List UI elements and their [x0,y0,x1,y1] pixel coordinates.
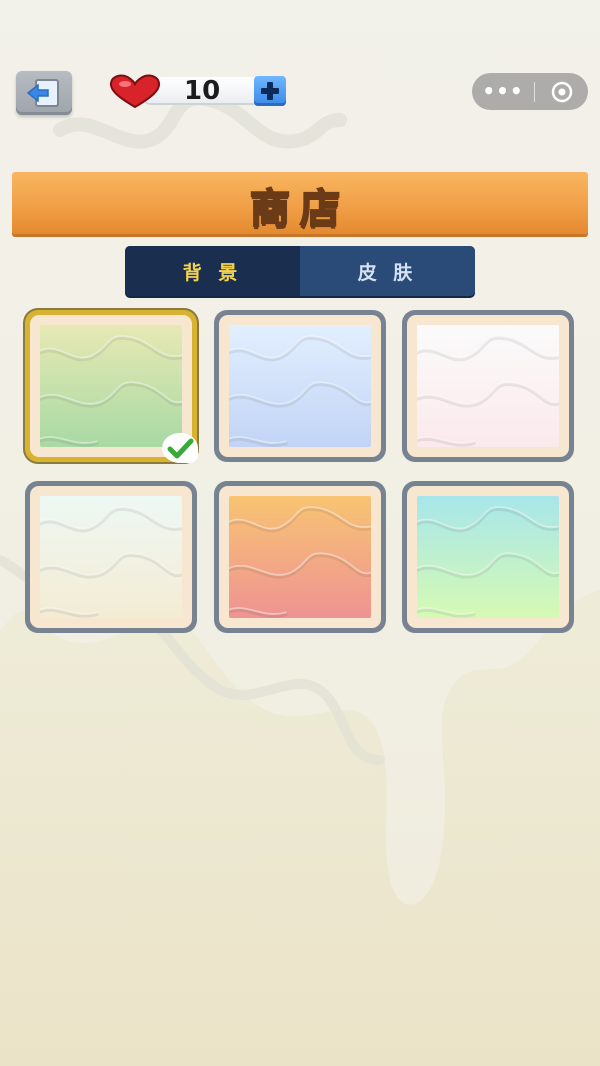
shop-item-4[interactable] [25,481,197,633]
target-icon [551,81,572,102]
shop-item-3[interactable] [402,310,574,462]
tab-skin[interactable]: 皮 肤 [300,246,475,296]
background-preview [40,496,182,618]
shop-item-frame [219,315,381,457]
more-menu-button[interactable]: ••• [472,73,534,110]
background-preview [417,496,559,618]
plus-icon [261,82,279,100]
hearts-count: 10 [184,76,221,106]
close-miniprogram-button[interactable] [535,80,588,104]
shop-item-frame [30,315,198,463]
heart-icon [109,74,161,109]
hearts-counter: 10 [108,73,290,109]
exit-door-icon [26,79,59,107]
shop-item-5[interactable] [214,481,386,633]
add-hearts-button[interactable] [254,76,286,106]
tab-background[interactable]: 背 景 [125,246,300,296]
category-tabs: 背 景 皮 肤 [125,246,475,296]
checkmark-icon [167,438,194,459]
shop-item-frame [407,486,569,628]
title-banner: 商店 [12,172,588,234]
shop-item-1[interactable] [25,310,198,463]
back-button[interactable] [16,71,72,115]
background-preview [40,325,182,447]
miniprogram-capsule: ••• [472,73,588,110]
background-preview [417,325,559,447]
background-preview [229,325,371,447]
background-preview [229,496,371,618]
shop-item-6[interactable] [402,481,574,633]
shop-item-frame [30,486,192,628]
shop-item-2[interactable] [214,310,386,462]
selected-check-badge [162,433,198,463]
shop-item-frame [219,486,381,628]
shop-item-frame [407,315,569,457]
page-title: 商店 [249,185,350,233]
